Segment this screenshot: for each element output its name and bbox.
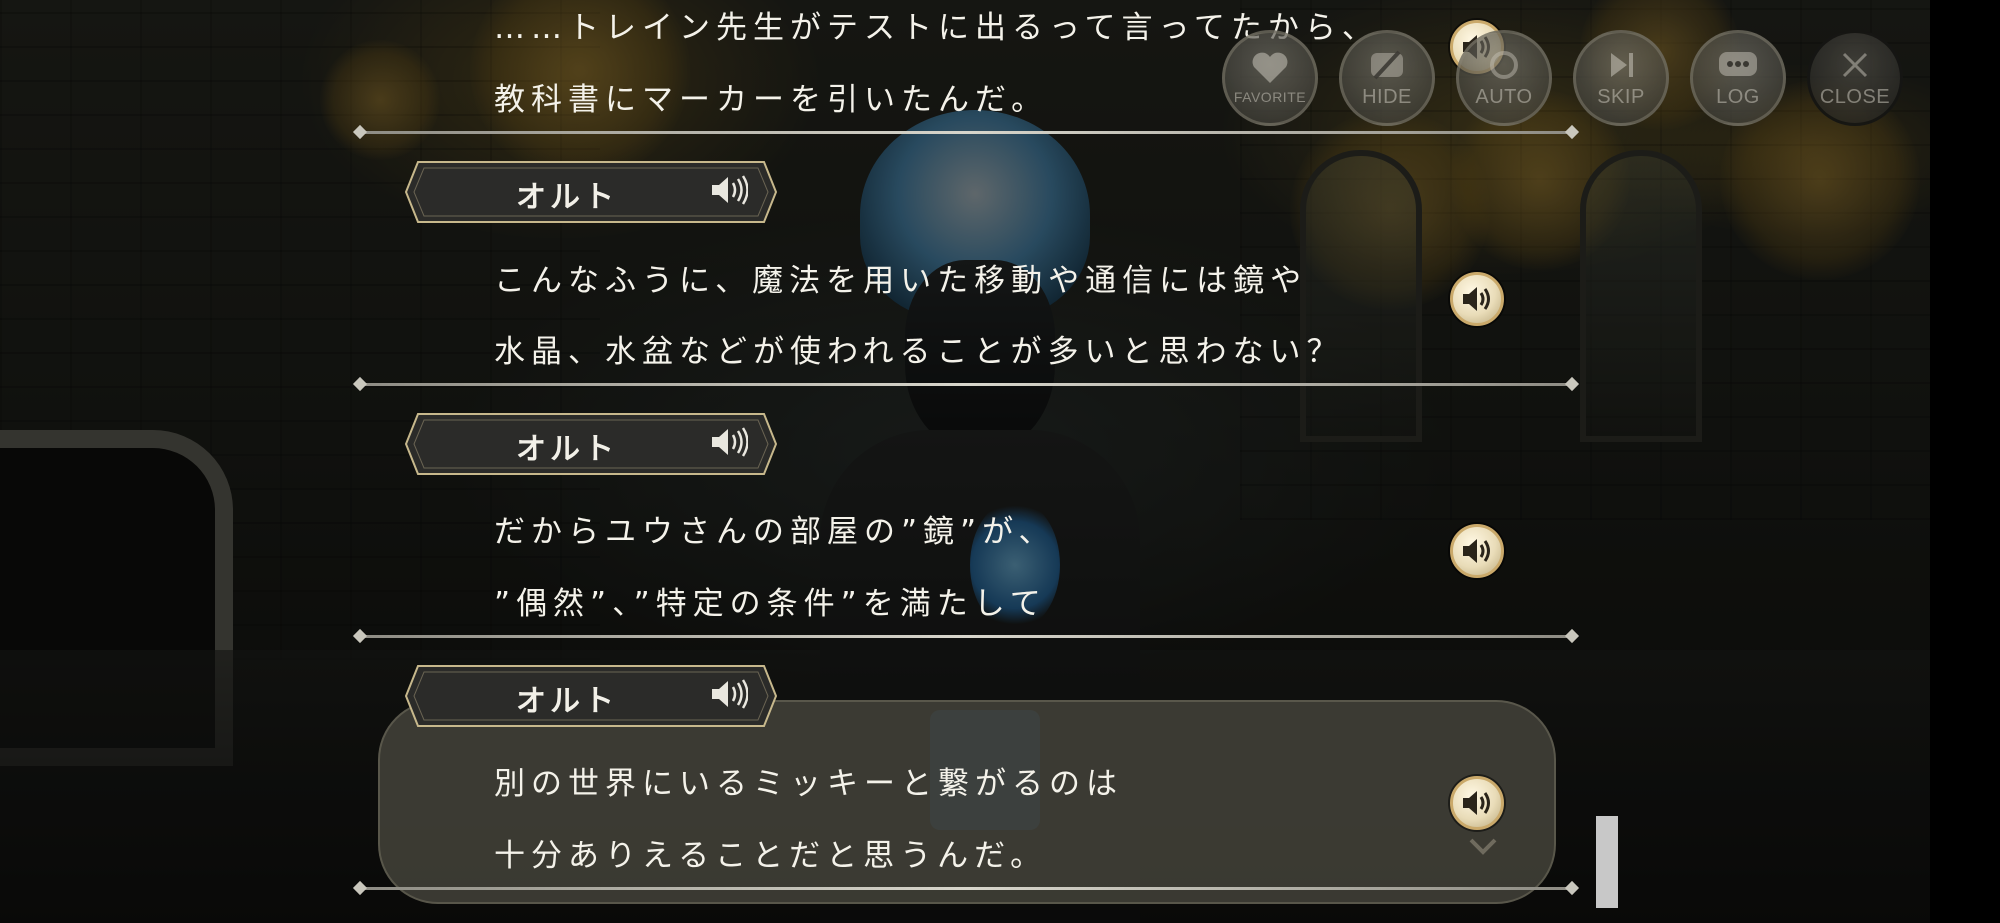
speaker-nameplate: オルト: [404, 664, 778, 728]
log-line: 教科書にマーカーを引いたんだ。: [494, 82, 1049, 118]
voice-play-icon: [1463, 791, 1490, 815]
log-line: こんなふうに、魔法を用いた移動や通信には鏡や: [494, 263, 1308, 299]
hide-icon: [1367, 48, 1407, 82]
auto-icon: [1484, 48, 1524, 82]
log-divider: [360, 383, 1572, 386]
log-divider: [360, 635, 1572, 638]
speaker-name: オルト: [516, 684, 618, 719]
log-label: LOG: [1716, 85, 1760, 108]
hide-button[interactable]: HIDE: [1339, 30, 1435, 126]
voice-play-button[interactable]: [1450, 524, 1504, 578]
log-divider: [360, 887, 1572, 890]
voice-play-icon: [1463, 287, 1490, 311]
log-line: ”偶然”、”特定の条件”を満たして: [494, 586, 1047, 622]
favorite-button[interactable]: FAVORITE: [1222, 30, 1318, 126]
top-controls: FAVORITE HIDE AUTO SKIP LOG CLOSE: [1222, 30, 1903, 126]
skip-label: SKIP: [1597, 85, 1645, 108]
log-line: 水晶、水盆などが使われることが多いと思わない？: [494, 334, 1344, 370]
speaker-name: オルト: [516, 180, 618, 215]
auto-label: AUTO: [1475, 85, 1533, 108]
skip-button[interactable]: SKIP: [1573, 30, 1669, 126]
close-icon: [1838, 48, 1872, 82]
favorite-label: FAVORITE: [1233, 89, 1307, 105]
log-icon: [1716, 48, 1760, 82]
speaker-nameplate: オルト: [404, 412, 778, 476]
log-line: だからユウさんの部屋の”鏡”が、: [494, 514, 1056, 550]
log-divider: [360, 131, 1572, 134]
voice-play-button[interactable]: [1450, 272, 1504, 326]
log-line: 別の世界にいるミッキーと繋がるのは: [494, 766, 1123, 802]
voice-play-button[interactable]: [1450, 776, 1504, 830]
close-button[interactable]: CLOSE: [1807, 30, 1903, 126]
chevron-down-icon: [1468, 836, 1498, 860]
auto-button[interactable]: AUTO: [1456, 30, 1552, 126]
log-scrollbar[interactable]: [1596, 816, 1618, 908]
log-line: 十分ありえることだと思うんだ。: [494, 838, 1048, 874]
hide-label: HIDE: [1362, 85, 1412, 108]
voice-play-icon: [1463, 539, 1490, 563]
screen-edge-bar: [1930, 0, 2000, 923]
heart-icon: [1250, 51, 1290, 85]
speaker-name: オルト: [516, 432, 618, 467]
close-label: CLOSE: [1819, 85, 1891, 108]
log-button[interactable]: LOG: [1690, 30, 1786, 126]
speaker-nameplate: オルト: [404, 160, 778, 224]
skip-icon: [1601, 48, 1641, 82]
